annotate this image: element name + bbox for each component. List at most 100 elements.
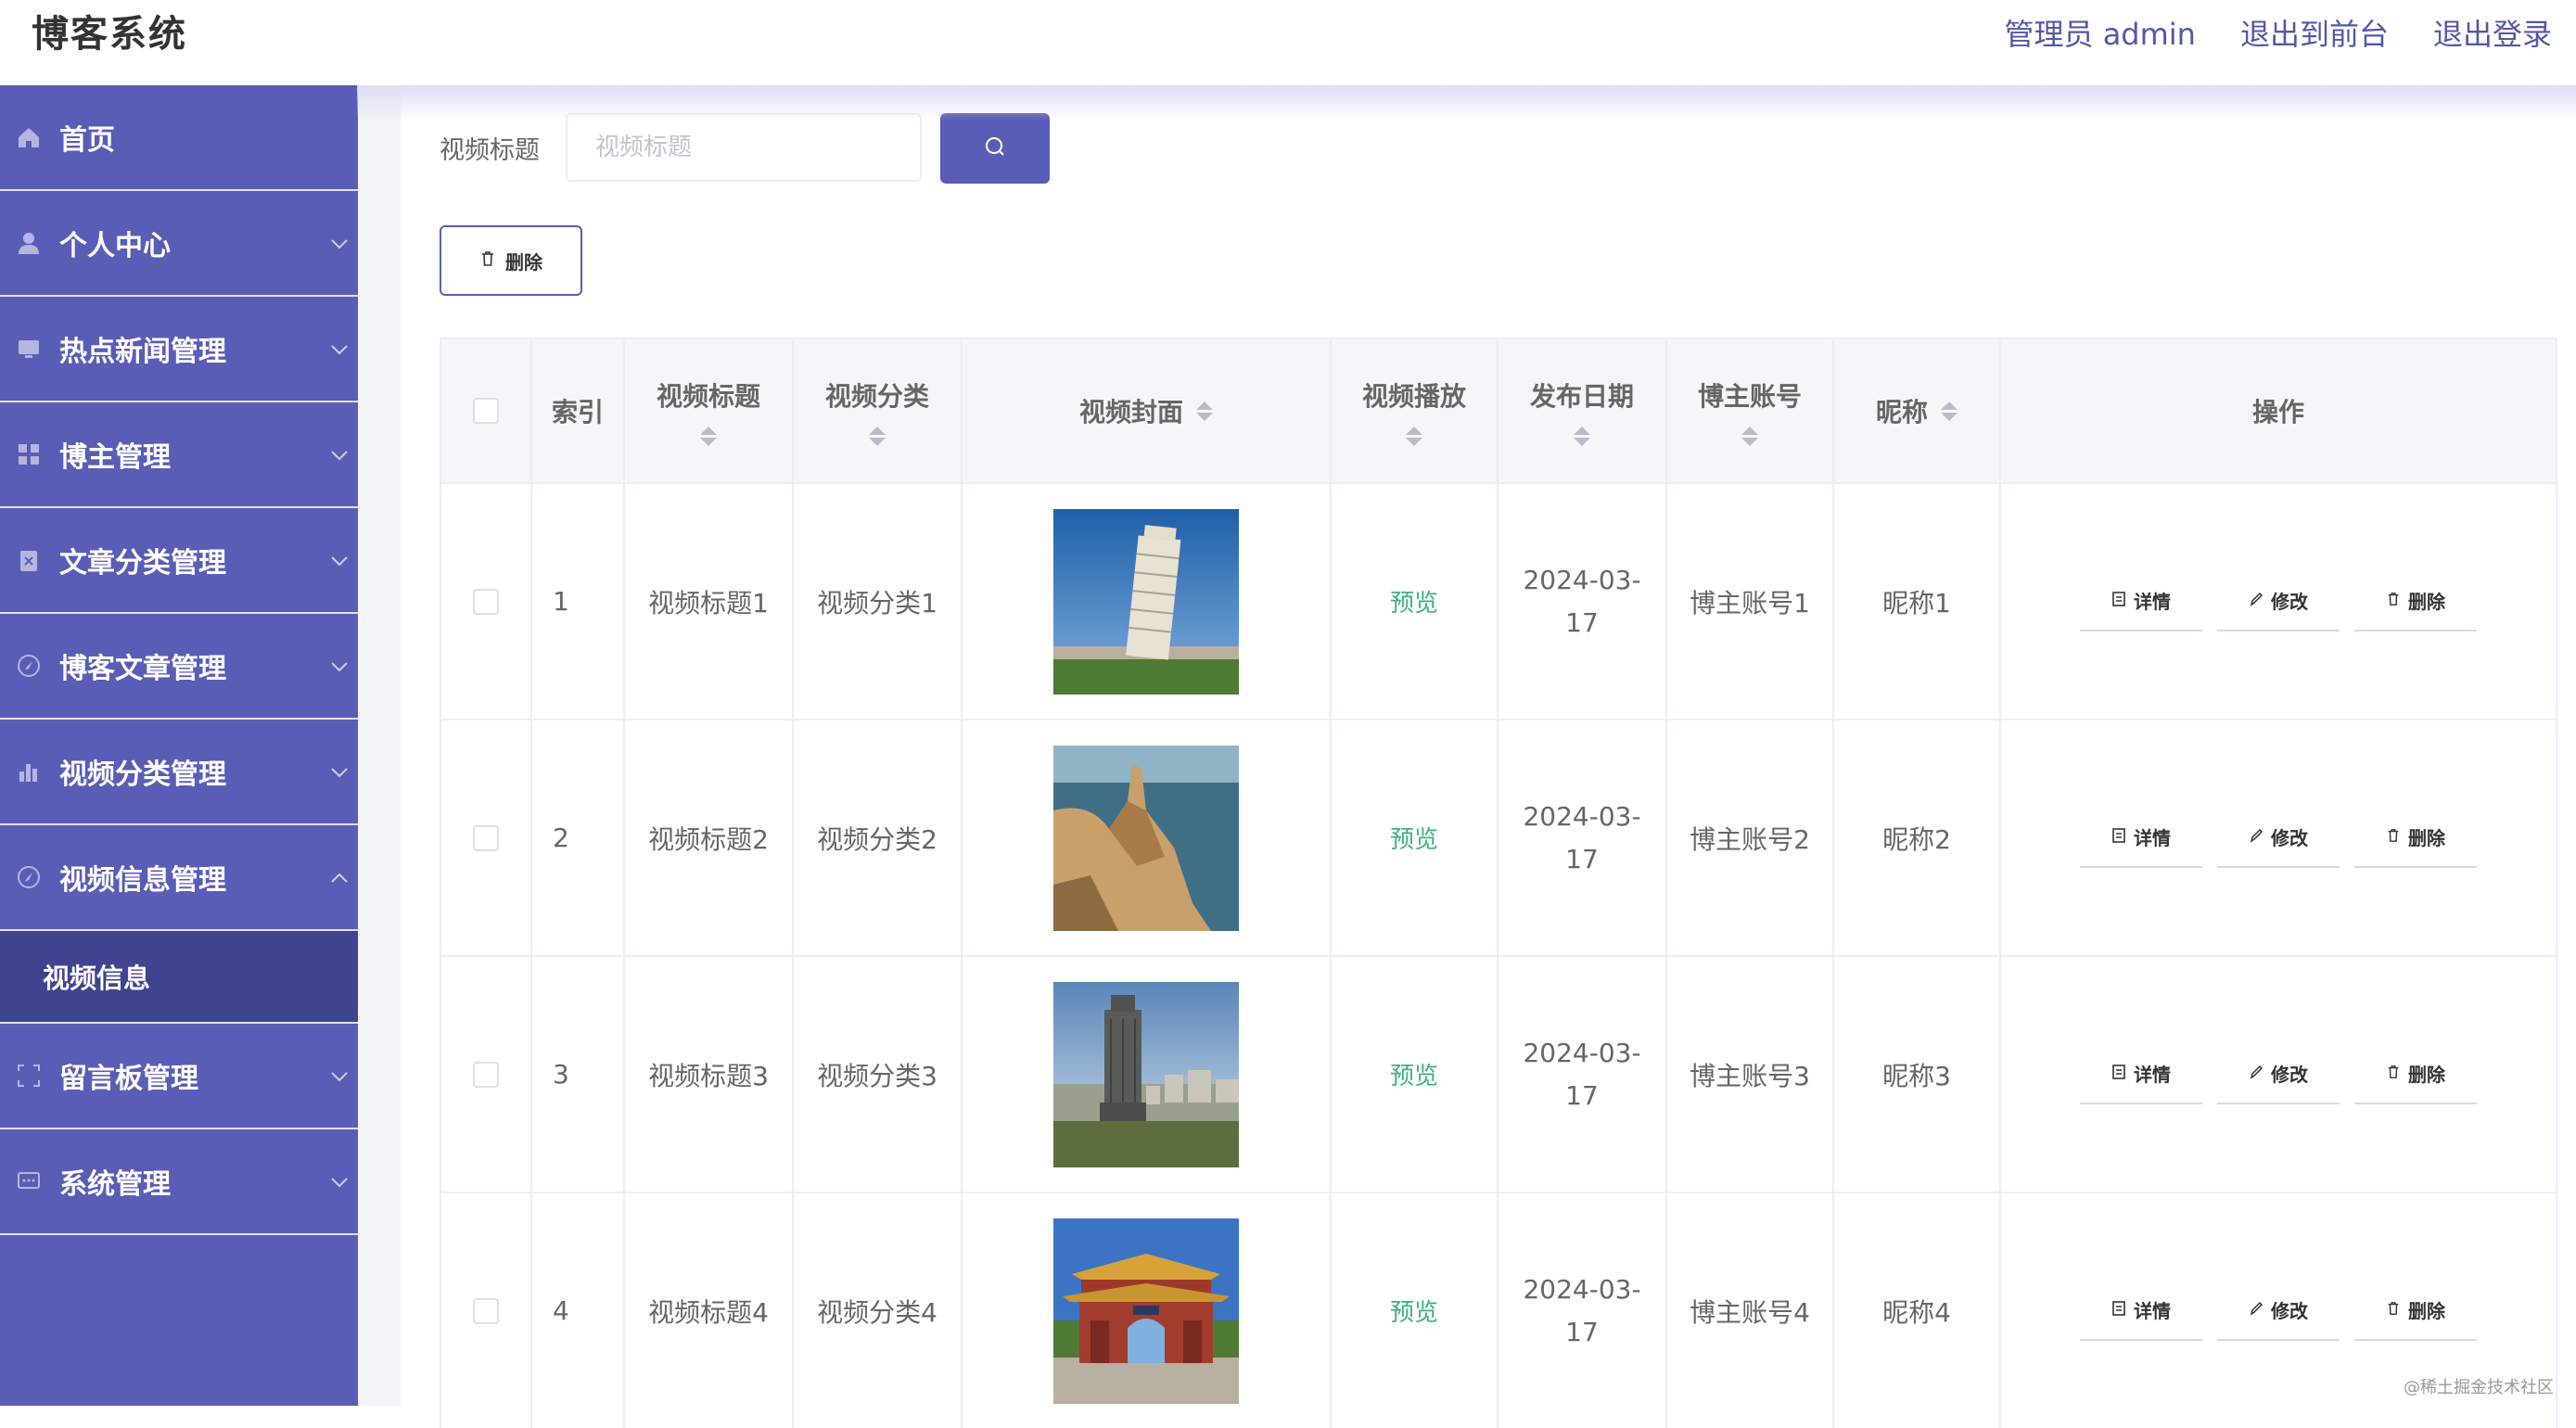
sidebar-item-label: 首页 bbox=[59, 117, 115, 158]
header-date[interactable]: 发布日期 bbox=[1498, 339, 1667, 482]
header-cover-label: 视频封面 bbox=[1079, 392, 1183, 429]
header-date-label: 发布日期 bbox=[1530, 376, 1634, 414]
row-play-cell: 预览 bbox=[1332, 720, 1498, 955]
sidebar-item-home[interactable]: 首页 bbox=[0, 85, 358, 191]
row-ops: 详情 修改 删除 bbox=[2001, 957, 2557, 1192]
home-icon bbox=[15, 123, 43, 151]
chevron-down-icon bbox=[330, 232, 349, 255]
detail-button[interactable]: 详情 bbox=[2080, 1281, 2202, 1341]
sort-icon[interactable] bbox=[1574, 427, 1590, 446]
row-checkbox-cell bbox=[440, 484, 532, 719]
message-icon bbox=[15, 1167, 43, 1195]
logout-link[interactable]: 退出登录 bbox=[2433, 11, 2552, 54]
table-row: 2 视频标题2 视频分类2 预览 2024-03- 17 博主账号2 昵称2 详… bbox=[440, 719, 2557, 955]
row-cover-cell bbox=[963, 957, 1332, 1192]
sidebar-item-video-info[interactable]: 视频信息管理 bbox=[0, 825, 358, 931]
sidebar-item-label: 系统管理 bbox=[59, 1161, 171, 1202]
sort-icon[interactable] bbox=[1741, 427, 1758, 446]
select-all-checkbox[interactable] bbox=[473, 398, 499, 424]
document-icon bbox=[2111, 826, 2126, 848]
search-button[interactable] bbox=[940, 113, 1050, 184]
back-to-front-link[interactable]: 退出到前台 bbox=[2240, 11, 2389, 54]
row-date: 2024-03- 17 bbox=[1498, 1193, 1667, 1428]
sort-icon[interactable] bbox=[1941, 402, 1958, 421]
search-icon bbox=[983, 134, 1007, 162]
row-index: 1 bbox=[532, 484, 625, 719]
sidebar-subitem-video-info[interactable]: 视频信息 bbox=[0, 931, 358, 1024]
preview-link[interactable]: 预览 bbox=[1390, 821, 1438, 855]
row-nickname: 昵称2 bbox=[1834, 720, 2001, 955]
row-title: 视频标题4 bbox=[625, 1193, 794, 1428]
edit-button[interactable]: 修改 bbox=[2217, 572, 2340, 631]
batch-delete-button[interactable]: 删除 bbox=[440, 225, 582, 296]
sort-icon[interactable] bbox=[869, 427, 886, 446]
row-title: 视频标题2 bbox=[625, 720, 794, 955]
search-input[interactable] bbox=[566, 113, 922, 182]
sea-cliff-photo[interactable] bbox=[1053, 746, 1239, 931]
row-index: 3 bbox=[532, 957, 625, 1192]
delete-button[interactable]: 删除 bbox=[2354, 1281, 2477, 1341]
edit-button[interactable]: 修改 bbox=[2217, 809, 2340, 868]
sidebar: 首页 个人中心 热点新闻管理 博主管理 文章分类管理 bbox=[0, 85, 358, 1406]
sidebar-item-personal-center[interactable]: 个人中心 bbox=[0, 191, 358, 297]
row-checkbox[interactable] bbox=[473, 1062, 499, 1088]
detail-button[interactable]: 详情 bbox=[2080, 1045, 2202, 1104]
sidebar-item-video-category[interactable]: 视频分类管理 bbox=[0, 720, 358, 825]
preview-link[interactable]: 预览 bbox=[1390, 1294, 1438, 1328]
row-checkbox[interactable] bbox=[473, 589, 499, 615]
delete-button[interactable]: 删除 bbox=[2354, 809, 2477, 868]
row-checkbox-cell bbox=[440, 720, 532, 955]
sort-icon[interactable] bbox=[1406, 427, 1422, 446]
header-account[interactable]: 博主账号 bbox=[1667, 339, 1834, 482]
clipboard-icon bbox=[15, 546, 43, 574]
header-category[interactable]: 视频分类 bbox=[794, 339, 963, 482]
admin-label[interactable]: 管理员 admin bbox=[2005, 11, 2196, 54]
edit-button[interactable]: 修改 bbox=[2217, 1281, 2340, 1341]
sidebar-item-label: 博主管理 bbox=[59, 434, 171, 475]
row-category: 视频分类2 bbox=[794, 720, 963, 955]
row-category: 视频分类1 bbox=[794, 484, 963, 719]
chevron-down-icon bbox=[330, 443, 349, 466]
trash-icon bbox=[2386, 1299, 2401, 1321]
sidebar-item-system[interactable]: 系统管理 bbox=[0, 1129, 358, 1235]
row-date-line1: 2024-03- bbox=[1523, 559, 1640, 602]
table-row: 3 视频标题3 视频分类3 预览 2024-03- 17 博主账号3 昵称3 bbox=[440, 955, 2557, 1192]
sidebar-item-article-category[interactable]: 文章分类管理 bbox=[0, 508, 358, 614]
row-checkbox[interactable] bbox=[473, 1298, 499, 1324]
detail-button[interactable]: 详情 bbox=[2080, 809, 2202, 868]
document-icon bbox=[2111, 1299, 2126, 1321]
chevron-down-icon bbox=[330, 655, 349, 678]
detail-button[interactable]: 详情 bbox=[2080, 572, 2202, 631]
row-nickname: 昵称4 bbox=[1834, 1193, 2001, 1428]
header-title[interactable]: 视频标题 bbox=[625, 339, 794, 482]
row-play-cell: 预览 bbox=[1332, 1193, 1498, 1428]
compass-icon bbox=[15, 863, 43, 891]
sidebar-item-news[interactable]: 热点新闻管理 bbox=[0, 297, 358, 402]
compass-icon bbox=[15, 652, 43, 680]
table-header: 索引 视频标题 视频分类 视频封面 视频播放 发布日期 博主账号 bbox=[440, 338, 2557, 482]
city-monument-photo[interactable] bbox=[1053, 982, 1239, 1167]
header-cover[interactable]: 视频封面 bbox=[963, 339, 1332, 482]
delete-button[interactable]: 删除 bbox=[2354, 572, 2477, 631]
row-ops: 详情 修改 删除 bbox=[2001, 720, 2557, 955]
preview-link[interactable]: 预览 bbox=[1390, 1057, 1438, 1091]
row-checkbox[interactable] bbox=[473, 825, 499, 851]
delete-button[interactable]: 删除 bbox=[2354, 1045, 2477, 1104]
pencil-icon bbox=[2249, 1299, 2264, 1321]
sort-icon[interactable] bbox=[700, 427, 717, 446]
sidebar-item-message-board[interactable]: 留言板管理 bbox=[0, 1024, 358, 1129]
sidebar-item-blog-article[interactable]: 博客文章管理 bbox=[0, 614, 358, 720]
header-checkbox-cell bbox=[440, 339, 532, 482]
row-date-line2: 17 bbox=[1565, 1075, 1599, 1117]
row-cover-cell bbox=[963, 1193, 1332, 1428]
header-nickname[interactable]: 昵称 bbox=[1834, 339, 2001, 482]
chinese-gate-photo[interactable] bbox=[1053, 1218, 1239, 1404]
sidebar-item-blogger[interactable]: 博主管理 bbox=[0, 402, 358, 508]
sort-icon[interactable] bbox=[1196, 402, 1213, 421]
header-play[interactable]: 视频播放 bbox=[1332, 339, 1498, 482]
edit-button[interactable]: 修改 bbox=[2217, 1045, 2340, 1104]
header-title-label: 视频标题 bbox=[657, 376, 760, 414]
leaning-tower-photo[interactable] bbox=[1053, 509, 1239, 695]
delete-label: 删除 bbox=[2408, 587, 2445, 614]
preview-link[interactable]: 预览 bbox=[1390, 584, 1438, 618]
